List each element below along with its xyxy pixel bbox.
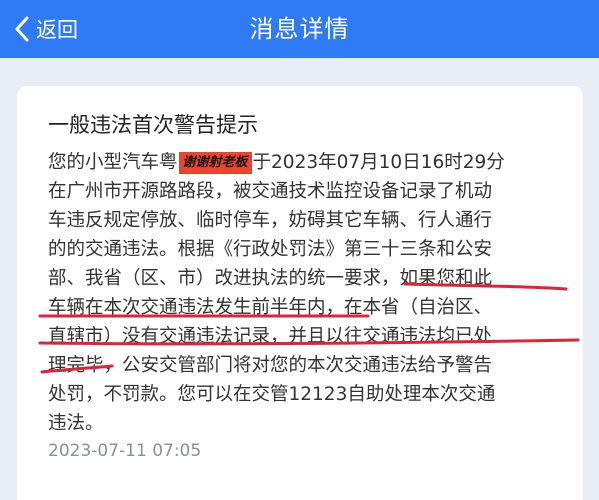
message-line: 在广州市开源路路段，被交通技术监控设备记录了机动 bbox=[48, 181, 493, 202]
message-line: 处罚，不罚款。您可以在交管12123自助处理本次交通 bbox=[48, 384, 496, 405]
plate-prefix: 您的小型汽车粤 bbox=[48, 152, 178, 173]
page-title: 消息详情 bbox=[249, 15, 350, 43]
message-body: 您的小型汽车粤 谢谢射老板 于2023年07月10日16时29分 在广州市开源路路段… bbox=[48, 148, 578, 438]
message-line: 您的小型汽车粤 谢谢射老板 于2023年07月10日16时29分 bbox=[48, 152, 505, 174]
message-line: 部、我省（区、市）改进执法的统一要求，如果您和此 bbox=[48, 268, 493, 289]
message-card: 一般违法首次警告提示 您的小型汽车粤 谢谢射老板 于2023年07月10日16时29… bbox=[17, 86, 583, 500]
message-line: 直辖市）没有交通违法记录，并且以往交通违法均已处 bbox=[48, 326, 493, 347]
message-line: 车违反规定停放、临时停车，妨碍其它车辆、行人通行 bbox=[48, 210, 493, 231]
message-line: 车辆在本次交通违法发生前半年内，在本省（自治区、 bbox=[48, 297, 493, 318]
message-line: 的的交通违法。根据《行政处罚法》第三十三条和公安 bbox=[48, 239, 493, 260]
message-line: 违法。 bbox=[48, 413, 104, 434]
message-timestamp: 2023-07-11 07:05 bbox=[48, 441, 202, 461]
top-bar: 返回 消息详情 bbox=[0, 0, 599, 58]
message-title: 一般违法首次警告提示 bbox=[48, 113, 258, 137]
message-line: 理完毕，公安交管部门将对您的本次交通违法给予警告 bbox=[48, 355, 493, 376]
redaction-stamp: 谢谢射老板 bbox=[178, 152, 252, 174]
